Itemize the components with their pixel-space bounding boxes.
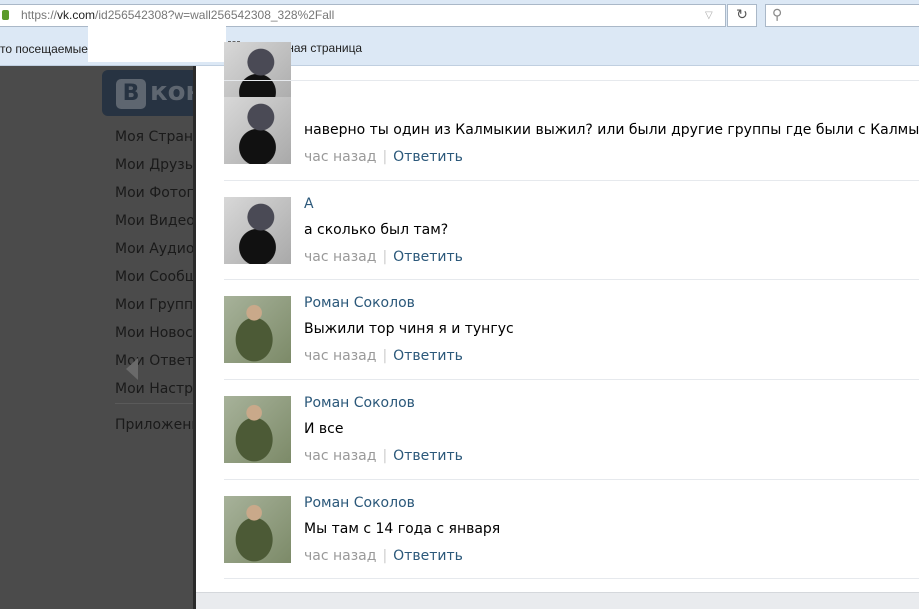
logo-text: контакте: [150, 77, 196, 107]
sidebar: Вконтакте Моя Страница Мои Друзья Мои Фо…: [0, 66, 196, 609]
search-input[interactable]: ⚲: [765, 4, 919, 27]
reply-link[interactable]: Ответить: [393, 448, 463, 464]
avatar[interactable]: [224, 496, 291, 563]
comment-meta: час назад | Ответить: [304, 249, 463, 265]
author-name[interactable]: А: [304, 196, 314, 212]
reload-button[interactable]: ↻: [727, 4, 757, 27]
reply-link[interactable]: Ответить: [393, 149, 463, 165]
dropdown-icon[interactable]: ▽: [705, 5, 713, 26]
comment: Роман Соколов И все час назад | Ответить: [224, 379, 919, 479]
lock-icon: [2, 10, 9, 20]
nav-settings[interactable]: Мои Настройки: [115, 381, 196, 397]
nav-friends[interactable]: Мои Друзья: [115, 157, 196, 173]
reply-link[interactable]: Ответить: [393, 548, 463, 564]
nav-audio[interactable]: Мои Аудиозаписи: [115, 241, 196, 257]
nav-my-page[interactable]: Моя Страница: [115, 129, 196, 145]
comment-meta: час назад | Ответить: [304, 348, 463, 364]
comment-text: И все: [304, 421, 344, 437]
comment: А а сколько был там? час назад | Ответить: [224, 180, 919, 280]
url-scheme: https://: [21, 8, 58, 22]
comment-time[interactable]: час назад: [304, 249, 376, 265]
comment: Роман Соколов Выжили тор чиня я и тунгус…: [224, 279, 919, 379]
nav-divider: [115, 403, 196, 404]
comment-time[interactable]: час назад: [304, 448, 376, 464]
author-name[interactable]: Роман Соколов: [304, 395, 415, 411]
logo-letter: В: [116, 79, 146, 109]
comment-meta: час назад | Ответить: [304, 448, 463, 464]
comments-panel: наверно ты один из Калмыкии выжил? или б…: [196, 42, 919, 609]
url-path: /id256542308?w=wall256542308_328%2Fall: [95, 8, 335, 22]
prev-arrow-icon[interactable]: [126, 358, 138, 380]
comment-meta: час назад | Ответить: [304, 149, 463, 165]
comment-time[interactable]: час назад: [304, 548, 376, 564]
comment: наверно ты один из Калмыкии выжил? или б…: [224, 80, 919, 180]
author-name[interactable]: Роман Соколов: [304, 495, 415, 511]
nav-photos[interactable]: Мои Фотографии: [115, 185, 196, 201]
redaction-patch: [88, 22, 226, 62]
comment: Роман Соколов Мы там с 14 года с января …: [224, 479, 919, 579]
nav-groups[interactable]: Мои Группы: [115, 297, 196, 313]
comment-time[interactable]: час назад: [304, 149, 376, 165]
nav-apps[interactable]: Приложения: [115, 417, 196, 433]
reply-link[interactable]: Ответить: [393, 348, 463, 364]
nav-news[interactable]: Мои Новости: [115, 325, 196, 341]
author-name[interactable]: Роман Соколов: [304, 295, 415, 311]
comment-text: Мы там с 14 года с января: [304, 521, 501, 537]
comment-text: Выжили тор чиня я и тунгус: [304, 321, 514, 337]
reply-link[interactable]: Ответить: [393, 249, 463, 265]
bookmark-most-visited[interactable]: то посещаемые: [0, 42, 88, 56]
avatar[interactable]: [224, 296, 291, 363]
url-domain: vk.com: [57, 8, 96, 22]
nav-videos[interactable]: Мои Видеозаписи: [115, 213, 196, 229]
avatar[interactable]: [224, 97, 291, 164]
search-icon: ⚲: [772, 7, 783, 23]
comment-meta: час назад | Ответить: [304, 548, 463, 564]
comment-form-bar: [196, 592, 919, 609]
comment-text: а сколько был там?: [304, 222, 449, 238]
vk-logo[interactable]: Вконтакте: [102, 70, 196, 116]
comment-time[interactable]: час назад: [304, 348, 376, 364]
comment-text: наверно ты один из Калмыкии выжил? или б…: [304, 122, 919, 138]
nav-messages[interactable]: Мои Сообщения: [115, 269, 196, 285]
avatar[interactable]: [224, 197, 291, 264]
avatar[interactable]: [224, 396, 291, 463]
